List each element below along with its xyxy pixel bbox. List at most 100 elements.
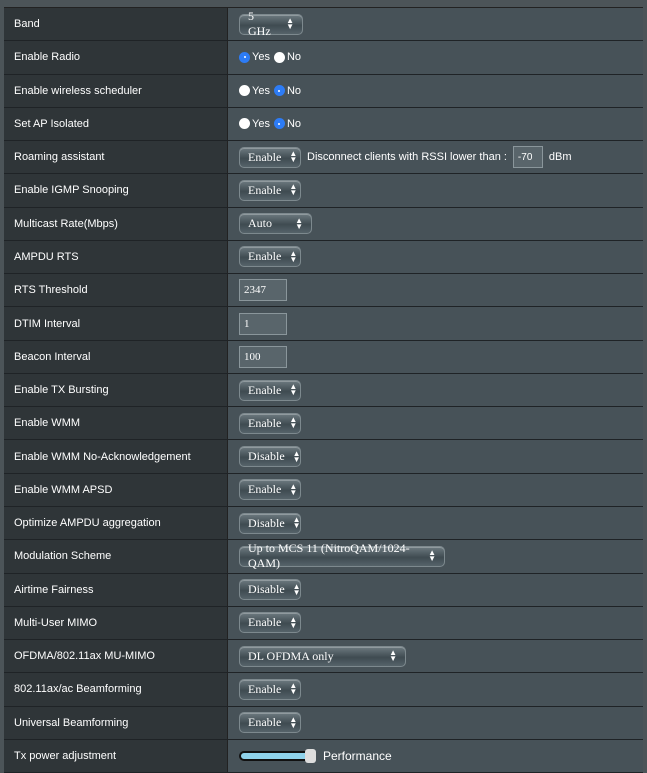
rssi-input[interactable]: -70 — [512, 146, 543, 169]
setting-row-roaming-assistant: Roaming assistant Enable ▲ ▼ Disconnect clie… — [4, 141, 643, 175]
updown-arrow-icon: ▲ ▼ — [289, 614, 298, 630]
setting-label: Airtime Fairness — [4, 573, 228, 606]
selected-value: Enable — [248, 149, 282, 164]
universal-beamforming-select[interactable]: Enable ▲ ▼ — [239, 712, 301, 734]
setting-label: Enable TX Bursting — [4, 373, 228, 407]
airtime-fairness-select[interactable]: Disable ▲ ▼ — [239, 579, 301, 601]
setting-label: Enable Radio — [4, 41, 228, 74]
setting-label: Set AP Isolated — [4, 107, 228, 141]
selected-value: Enable — [248, 415, 282, 430]
rssi-label: Disconnect clients with RSSI lower than … — [307, 151, 507, 164]
roaming-assistant-select[interactable]: Enable ▲ ▼ — [239, 146, 301, 168]
selected-value: Enable — [248, 382, 282, 397]
selected-value: Disable — [248, 449, 285, 464]
802-11ax-ac-beamforming-select[interactable]: Enable ▲ ▼ — [239, 678, 301, 700]
radio-button[interactable] — [239, 51, 250, 63]
setting-value: Up to MCS 11 (NitroQAM/1024-QAM) ▲ ▼ — [228, 540, 643, 573]
setting-row-universal-beamforming: Universal Beamforming Enable ▲ ▼ — [4, 706, 643, 740]
setting-label: Tx power adjustment — [4, 739, 228, 773]
setting-label: Band — [4, 8, 228, 41]
radio-yes[interactable]: Yes — [239, 85, 270, 97]
enable-wmm-apsd-select[interactable]: Enable ▲ ▼ — [239, 479, 301, 501]
updown-arrow-icon: ▲ ▼ — [289, 481, 298, 497]
setting-row-enable-wmm: Enable WMM Enable ▲ ▼ — [4, 407, 643, 441]
setting-row-band: Band 5 GHz ▲ ▼ — [4, 8, 643, 42]
setting-label: OFDMA/802.11ax MU-MIMO — [4, 640, 228, 673]
updown-arrow-icon: ▲ ▼ — [289, 714, 298, 730]
radio-label: Yes — [252, 51, 270, 64]
setting-value: Auto ▲ ▼ — [228, 207, 643, 240]
setting-label: Enable WMM APSD — [4, 473, 228, 506]
selected-value: Enable — [248, 615, 282, 630]
radio-no[interactable]: No — [273, 51, 302, 64]
beacon-interval-input[interactable]: 100 — [239, 345, 287, 368]
setting-label: RTS Threshold — [4, 274, 228, 307]
setting-value: Enable ▲ ▼ — [228, 174, 643, 207]
wireless-professional-settings-table: Band 5 GHz ▲ ▼ Enable Radio Yes No Enable wirel… — [4, 7, 643, 773]
tx-power-slider[interactable] — [239, 748, 316, 763]
radio-yes[interactable]: Yes — [239, 118, 270, 130]
ofdma-802-11ax-mu-mimo-select[interactable]: DL OFDMA only ▲ ▼ — [239, 645, 406, 667]
rts-threshold-input[interactable]: 2347 — [239, 279, 287, 302]
setting-value: Enable ▲ ▼ — [228, 373, 643, 407]
setting-label: Optimize AMPDU aggregation — [4, 506, 228, 540]
modulation-scheme-select[interactable]: Up to MCS 11 (NitroQAM/1024-QAM) ▲ ▼ — [239, 541, 445, 570]
multicast-rate-mbps-select[interactable]: Auto ▲ ▼ — [239, 213, 312, 235]
selected-value: Disable — [248, 582, 285, 597]
enable-tx-bursting-select[interactable]: Enable ▲ ▼ — [239, 379, 301, 401]
setting-value: Enable ▲ ▼ — [228, 473, 643, 506]
setting-value: Yes No — [228, 41, 643, 74]
updown-arrow-icon: ▲ ▼ — [292, 448, 301, 464]
setting-value: DL OFDMA only ▲ ▼ — [228, 640, 643, 673]
updown-arrow-icon: ▲ ▼ — [295, 215, 303, 231]
setting-label: AMPDU RTS — [4, 240, 228, 274]
setting-row-ampdu-rts: AMPDU RTS Enable ▲ ▼ — [4, 240, 643, 275]
ampdu-rts-select[interactable]: Enable ▲ ▼ — [239, 246, 301, 268]
dtim-interval-input[interactable]: 1 — [239, 312, 287, 335]
radio-no[interactable]: No — [273, 117, 302, 130]
enable-wmm-no-acknowledgement-select[interactable]: Disable ▲ ▼ — [239, 446, 301, 468]
setting-label: Beacon Interval — [4, 340, 228, 373]
setting-value: Yes No — [228, 107, 643, 141]
selected-value: Up to MCS 11 (NitroQAM/1024-QAM) — [248, 541, 410, 571]
optimize-ampdu-aggregation-select[interactable]: Disable ▲ ▼ — [239, 512, 301, 534]
enable-wmm-select[interactable]: Enable ▲ ▼ — [239, 412, 301, 434]
radio-button[interactable] — [239, 118, 250, 130]
radio-button[interactable] — [273, 118, 285, 130]
updown-arrow-icon: ▲ ▼ — [292, 581, 301, 597]
setting-label: Enable WMM — [4, 407, 228, 440]
setting-label: Enable IGMP Snooping — [4, 174, 228, 207]
setting-value: Performance — [228, 739, 643, 773]
setting-row-modulation-scheme: Modulation Scheme Up to MCS 11 (NitroQAM/… — [4, 540, 643, 574]
updown-arrow-icon: ▲ ▼ — [292, 515, 301, 531]
selected-value: 5 GHz — [248, 9, 271, 39]
setting-row-enable-igmp-snooping: Enable IGMP Snooping Enable ▲ ▼ — [4, 174, 643, 208]
setting-label: Roaming assistant — [4, 141, 228, 174]
setting-row-multi-user-mimo: Multi-User MIMO Enable ▲ ▼ — [4, 606, 643, 641]
setting-label: Modulation Scheme — [4, 540, 228, 573]
setting-label: Multicast Rate(Mbps) — [4, 207, 228, 240]
radio-button[interactable] — [273, 85, 285, 97]
selected-value: Enable — [248, 182, 282, 197]
band-select[interactable]: 5 GHz ▲ ▼ — [239, 9, 303, 38]
setting-row-enable-wmm-apsd: Enable WMM APSD Enable ▲ ▼ — [4, 473, 643, 507]
setting-row-beacon-interval: Beacon Interval 100 — [4, 340, 643, 374]
selected-value: Enable — [248, 715, 282, 730]
radio-label: No — [286, 51, 302, 64]
enable-igmp-snooping-select[interactable]: Enable ▲ ▼ — [239, 179, 301, 201]
updown-arrow-icon: ▲ ▼ — [289, 382, 298, 398]
radio-no[interactable]: No — [273, 84, 302, 97]
setting-row-enable-wmm-no-acknowledgement: Enable WMM No-Acknowledgement Disable ▲ ▼ — [4, 440, 643, 474]
radio-yes[interactable]: Yes — [239, 51, 270, 63]
slider-handle[interactable] — [305, 748, 316, 763]
radio-button[interactable] — [273, 51, 285, 63]
radio-label: No — [286, 117, 302, 130]
selected-value: DL OFDMA only — [248, 648, 334, 663]
multi-user-mimo-select[interactable]: Enable ▲ ▼ — [239, 612, 301, 634]
setting-row-enable-radio: Enable Radio Yes No — [4, 41, 643, 75]
radio-button[interactable] — [239, 85, 250, 97]
setting-row-enable-wireless-scheduler: Enable wireless scheduler Yes No — [4, 74, 643, 108]
setting-row-set-ap-isolated: Set AP Isolated Yes No — [4, 107, 643, 142]
updown-arrow-icon: ▲ ▼ — [289, 149, 298, 165]
radio-label: No — [286, 84, 302, 97]
